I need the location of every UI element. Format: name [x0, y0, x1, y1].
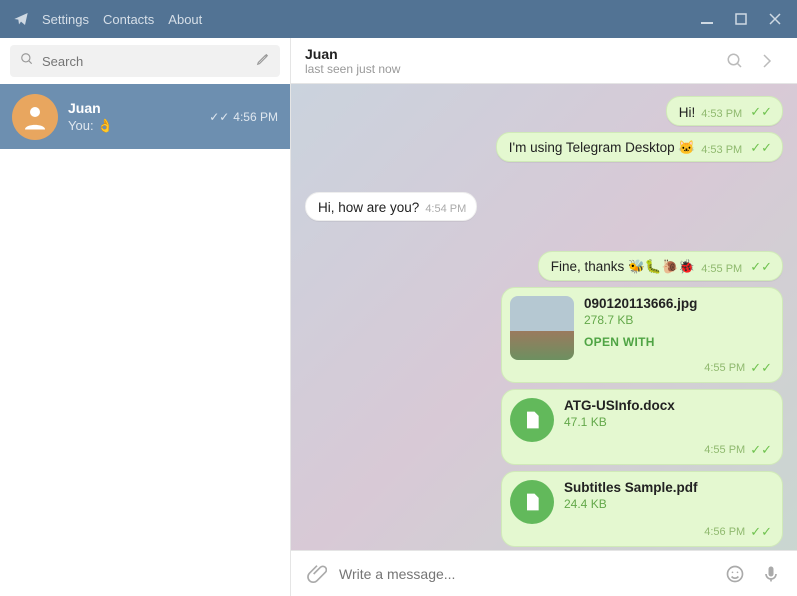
read-ticks-icon: ✓✓ [209, 110, 229, 124]
menu-about[interactable]: About [168, 12, 202, 27]
chat-list-item[interactable]: Juan You: 👌 ✓✓ 4:56 PM [0, 84, 290, 149]
minimize-icon[interactable] [697, 9, 717, 29]
chevron-right-icon[interactable] [751, 45, 783, 77]
close-icon[interactable] [765, 9, 785, 29]
file-size: 47.1 KB [564, 415, 774, 429]
chat-title: Juan [305, 46, 719, 62]
file-size: 24.4 KB [564, 497, 774, 511]
chat-name: Juan [68, 100, 209, 116]
maximize-icon[interactable] [731, 9, 751, 29]
chat-status: last seen just now [305, 62, 719, 76]
composer [291, 550, 797, 596]
message-input[interactable] [339, 566, 713, 582]
chat-meta: ✓✓ 4:56 PM [209, 110, 278, 124]
search-box[interactable] [10, 45, 280, 77]
message-time: 4:53 PM [701, 144, 742, 156]
search-icon [20, 52, 34, 71]
read-ticks-icon: ✓✓ [750, 360, 772, 376]
searchbar [0, 38, 290, 84]
message-text: Fine, thanks 🐝🐛🐌🐞 [551, 259, 696, 275]
chat-header: Juan last seen just now [291, 38, 797, 84]
microphone-icon[interactable] [757, 560, 785, 588]
compose-icon[interactable] [256, 52, 270, 71]
read-ticks-icon: ✓✓ [750, 104, 772, 120]
messages-list: Hi! 4:53 PM ✓✓ I'm using Telegram Deskto… [291, 84, 797, 550]
chat-preview: You: 👌 [68, 118, 209, 134]
file-name: 090120113666.jpg [584, 296, 774, 311]
file-name: ATG-USInfo.docx [564, 398, 774, 413]
message-out[interactable]: I'm using Telegram Desktop 🐱 4:53 PM ✓✓ [496, 132, 783, 162]
app-logo-icon [12, 10, 30, 28]
file-attachment-doc[interactable]: Subtitles Sample.pdf 24.4 KB 4:56 PM ✓✓ [501, 471, 783, 547]
message-time: 4:53 PM [701, 108, 742, 120]
message-text: I'm using Telegram Desktop 🐱 [509, 140, 695, 156]
attach-icon[interactable] [303, 560, 331, 588]
read-ticks-icon: ✓✓ [750, 442, 772, 458]
avatar [12, 94, 58, 140]
open-with-button[interactable]: OPEN WITH [584, 335, 774, 349]
titlebar: Settings Contacts About [0, 0, 797, 38]
file-attachment-doc[interactable]: ATG-USInfo.docx 47.1 KB 4:55 PM ✓✓ [501, 389, 783, 465]
chat-pane: Juan last seen just now Hi! 4:53 PM ✓✓ I… [291, 38, 797, 596]
read-ticks-icon: ✓✓ [750, 259, 772, 275]
sidebar: Juan You: 👌 ✓✓ 4:56 PM [0, 38, 291, 596]
file-icon [510, 398, 554, 442]
header-search-icon[interactable] [719, 45, 751, 77]
message-time: 4:56 PM [704, 526, 745, 538]
emoji-icon[interactable] [721, 560, 749, 588]
message-time: 4:55 PM [704, 362, 745, 374]
read-ticks-icon: ✓✓ [750, 524, 772, 540]
message-time: 4:54 PM [425, 203, 466, 215]
message-out[interactable]: Hi! 4:53 PM ✓✓ [666, 96, 783, 126]
message-text: Hi, how are you? [318, 200, 419, 215]
message-time: 4:55 PM [701, 263, 742, 275]
message-text: Hi! [679, 105, 696, 120]
chat-time: 4:56 PM [233, 110, 278, 124]
search-input[interactable] [34, 54, 256, 69]
file-name: Subtitles Sample.pdf [564, 480, 774, 495]
message-out[interactable]: Fine, thanks 🐝🐛🐌🐞 4:55 PM ✓✓ [538, 251, 783, 281]
menu-contacts[interactable]: Contacts [103, 12, 154, 27]
file-size: 278.7 KB [584, 313, 774, 327]
file-attachment-image[interactable]: 090120113666.jpg 278.7 KB OPEN WITH 4:55… [501, 287, 783, 383]
read-ticks-icon: ✓✓ [750, 140, 772, 156]
menu-settings[interactable]: Settings [42, 12, 89, 27]
file-thumbnail [510, 296, 574, 360]
message-time: 4:55 PM [704, 444, 745, 456]
file-icon [510, 480, 554, 524]
message-in[interactable]: Hi, how are you? 4:54 PM [305, 192, 477, 221]
